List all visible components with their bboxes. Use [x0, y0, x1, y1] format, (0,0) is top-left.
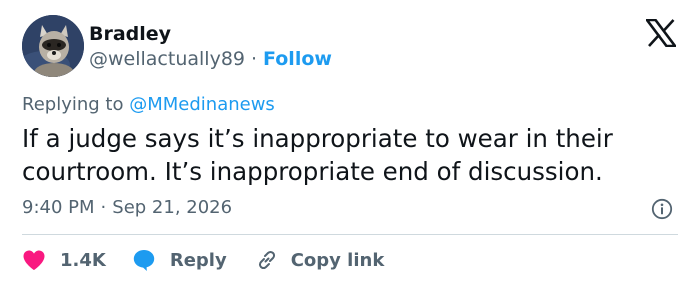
- link-icon: [258, 250, 275, 270]
- author-name[interactable]: Bradley: [89, 22, 171, 46]
- raccoon-avatar-image: [22, 15, 84, 77]
- copy-link-button[interactable]: Copy link: [255, 248, 385, 272]
- heart-icon: [23, 250, 45, 270]
- x-logo-icon[interactable]: [646, 19, 676, 47]
- replying-to-label: Replying to: [22, 94, 124, 115]
- replying-to: Replying to @MMedinanews: [22, 93, 275, 117]
- separator-dot: ·: [100, 197, 107, 218]
- follow-button[interactable]: Follow: [263, 48, 332, 70]
- action-bar: 1.4K Reply Copy link: [22, 246, 384, 274]
- like-count: 1.4K: [60, 249, 106, 271]
- info-icon[interactable]: [651, 198, 673, 220]
- tweet-timestamp[interactable]: 9:40 PM · Sep 21, 2026: [22, 196, 232, 220]
- author-handle-row: @wellactually89 · Follow: [89, 47, 332, 71]
- avatar[interactable]: [22, 15, 84, 77]
- speech-bubble-icon: [133, 250, 155, 271]
- divider: [22, 234, 678, 235]
- tweet-date[interactable]: Sep 21, 2026: [112, 197, 232, 218]
- copy-link-label: Copy link: [290, 249, 385, 271]
- tweet-time[interactable]: 9:40 PM: [22, 197, 95, 218]
- reply-button[interactable]: Reply: [132, 248, 227, 272]
- author-handle[interactable]: @wellactually89: [89, 48, 245, 70]
- separator-dot: ·: [251, 48, 258, 70]
- like-button[interactable]: 1.4K: [22, 249, 106, 271]
- tweet-text: If a judge says it’s inappropriate to we…: [22, 124, 613, 186]
- replying-to-mention[interactable]: @MMedinanews: [129, 94, 275, 115]
- reply-label: Reply: [169, 249, 227, 271]
